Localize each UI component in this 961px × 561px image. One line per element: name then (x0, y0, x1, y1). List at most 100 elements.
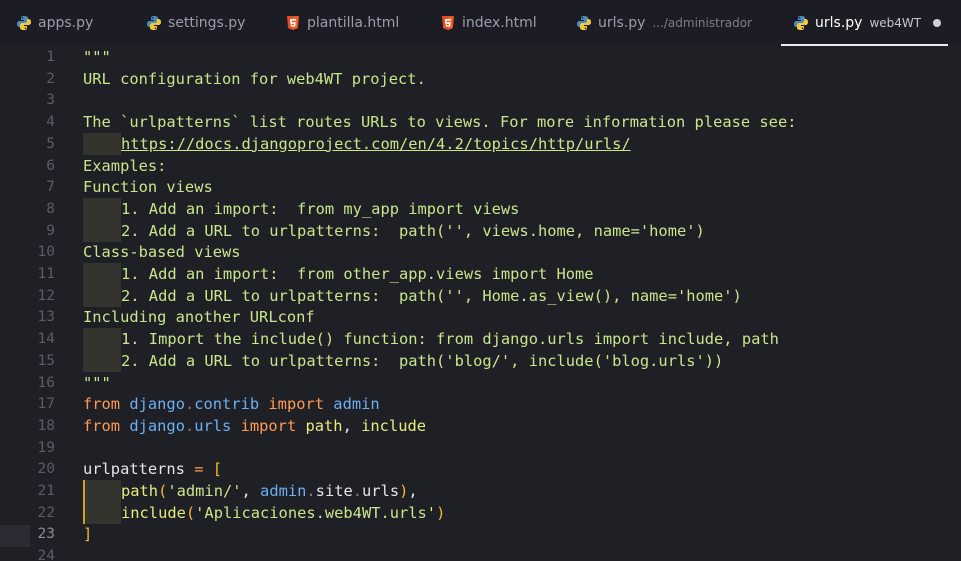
line-number: 17 (37, 396, 55, 413)
line-number: 7 (46, 179, 55, 196)
code-line[interactable]: 24 (0, 545, 961, 561)
line-number: 18 (37, 417, 55, 434)
line-number: 9 (46, 222, 55, 239)
code-text: path('admin/', admin.site.urls), (83, 480, 418, 502)
code-token: urls (362, 482, 400, 500)
code-line[interactable]: 17 from django.contrib import admin (0, 393, 961, 415)
code-text: The `urlpatterns` list routes URLs to vi… (83, 111, 796, 133)
code-token: 1. Add an import: from other_app.views i… (121, 265, 594, 283)
code-line[interactable]: 1 """ (0, 46, 961, 68)
code-token: site (315, 482, 353, 500)
code-token: """ (83, 373, 111, 392)
html5-icon (440, 15, 456, 31)
code-text: include('Aplicaciones.web4WT.urls') (83, 501, 445, 524)
code-line[interactable]: 8 1. Add an import: from my_app import vi… (0, 197, 961, 220)
tab-label: settings.py (168, 15, 246, 31)
line-number: 3 (46, 92, 55, 109)
code-token: Class-based views (83, 243, 241, 262)
tab-urls-py-administrador[interactable]: urls.py .../administrador (576, 0, 752, 46)
tab-label: apps.py (38, 15, 94, 31)
line-number: 19 (37, 439, 55, 456)
code-line[interactable]: 12 2. Add a URL to urlpatterns: path('', … (0, 284, 961, 307)
code-token: , (241, 482, 261, 500)
code-token: . (184, 416, 195, 435)
code-token: = (194, 460, 204, 479)
indent-guide (83, 219, 121, 242)
tab-index-html[interactable]: index.html (440, 0, 537, 46)
code-line[interactable]: 15 2. Add a URL to urlpatterns: path('blo… (0, 349, 961, 372)
code-token: ( (158, 482, 168, 500)
code-token: 2. Add a URL to urlpatterns: path('', vi… (121, 221, 705, 240)
code-line[interactable]: 19 (0, 437, 961, 459)
code-line[interactable]: 9 2. Add a URL to urlpatterns: path('', v… (0, 219, 961, 242)
code-line[interactable]: 11 1. Add an import: from other_app.views… (0, 263, 961, 285)
code-line[interactable]: 22 include('Aplicaciones.web4WT.urls') (0, 501, 961, 524)
line-number: 1 (46, 49, 55, 65)
code-line[interactable]: 20 urlpatterns = [ (0, 458, 961, 480)
code-text: 2. Add a URL to urlpatterns: path('', Ho… (83, 284, 742, 307)
code-token: django (129, 416, 185, 435)
code-text: 1. Add an import: from other_app.views i… (83, 263, 594, 285)
code-line[interactable]: 7 Function views (0, 176, 961, 198)
indent-guide (83, 197, 121, 220)
code-text: urlpatterns = [ (83, 458, 222, 480)
code-token: [ (212, 460, 223, 479)
code-token: . (352, 482, 363, 500)
tab-label: urls.py (815, 15, 863, 31)
line-number: 13 (37, 309, 55, 326)
unsaved-dot-icon[interactable] (933, 19, 942, 27)
tab-settings-py[interactable]: settings.py (146, 0, 245, 46)
code-line[interactable]: 4 The `urlpatterns` list routes URLs to v… (0, 111, 961, 133)
line-number: 2 (46, 70, 55, 87)
tab-plantilla-html[interactable]: plantilla.html (285, 0, 399, 46)
code-token: Function views (83, 178, 213, 197)
code-text: ] (83, 523, 92, 545)
code-line[interactable]: 6 Examples: (0, 155, 961, 177)
line-number: 6 (46, 157, 55, 174)
code-token: from (83, 395, 121, 414)
code-line[interactable]: 23] (0, 523, 961, 545)
code-line[interactable]: 18 from django.urls import path, include (0, 415, 961, 437)
tab-description: web4WT (869, 16, 922, 30)
code-line[interactable]: 10 Class-based views (0, 241, 961, 263)
code-line[interactable]: 14 1. Import the include() function: from… (0, 328, 961, 351)
code-token: 'Aplicaciones.web4WT.urls' (195, 503, 437, 522)
indent-guide (83, 480, 121, 502)
code-line[interactable]: 16 """ (0, 372, 961, 394)
code-line[interactable]: 3 (0, 89, 961, 111)
code-line[interactable]: 13 Including another URLconf (0, 306, 961, 328)
line-number: 22 (37, 504, 55, 521)
line-number: 14 (37, 331, 55, 348)
code-text: Examples: (83, 155, 166, 177)
code-token: """ (83, 48, 111, 66)
tab-urls-py-web4wt[interactable]: urls.py web4WT (781, 0, 948, 46)
code-token: include (361, 416, 426, 435)
code-text: Function views (83, 176, 213, 198)
code-text: """ (83, 46, 111, 68)
code-area[interactable]: 1 """ 2 URL configuration for web4WT projec… (0, 46, 961, 561)
code-token: django (129, 395, 185, 414)
code-token: admin (333, 395, 380, 414)
code-token: path (121, 482, 159, 500)
code-token: ] (83, 525, 93, 544)
code-text: Including another URLconf (83, 306, 315, 328)
code-token: ) (399, 482, 409, 500)
line-number: 11 (37, 266, 55, 282)
code-line[interactable]: 2 URL configuration for web4WT project. (0, 68, 961, 90)
html5-icon (285, 15, 301, 31)
tab-apps-py[interactable]: apps.py (16, 0, 93, 46)
code-token: URL configuration for web4WT project. (83, 69, 426, 88)
code-text: 1. Add an import: from my_app import vie… (83, 197, 519, 220)
code-token: Including another URLconf (83, 308, 315, 327)
code-token[interactable]: https://docs.djangoproject.com/en/4.2/to… (121, 135, 631, 153)
code-line[interactable]: 5 https://docs.djangoproject.com/en/4.2/t… (0, 132, 961, 155)
code-line[interactable]: 21 path('admin/', admin.site.urls), (0, 480, 961, 502)
line-number: 10 (37, 244, 55, 261)
code-text: 2. Add a URL to urlpatterns: path('blog/… (83, 349, 723, 372)
